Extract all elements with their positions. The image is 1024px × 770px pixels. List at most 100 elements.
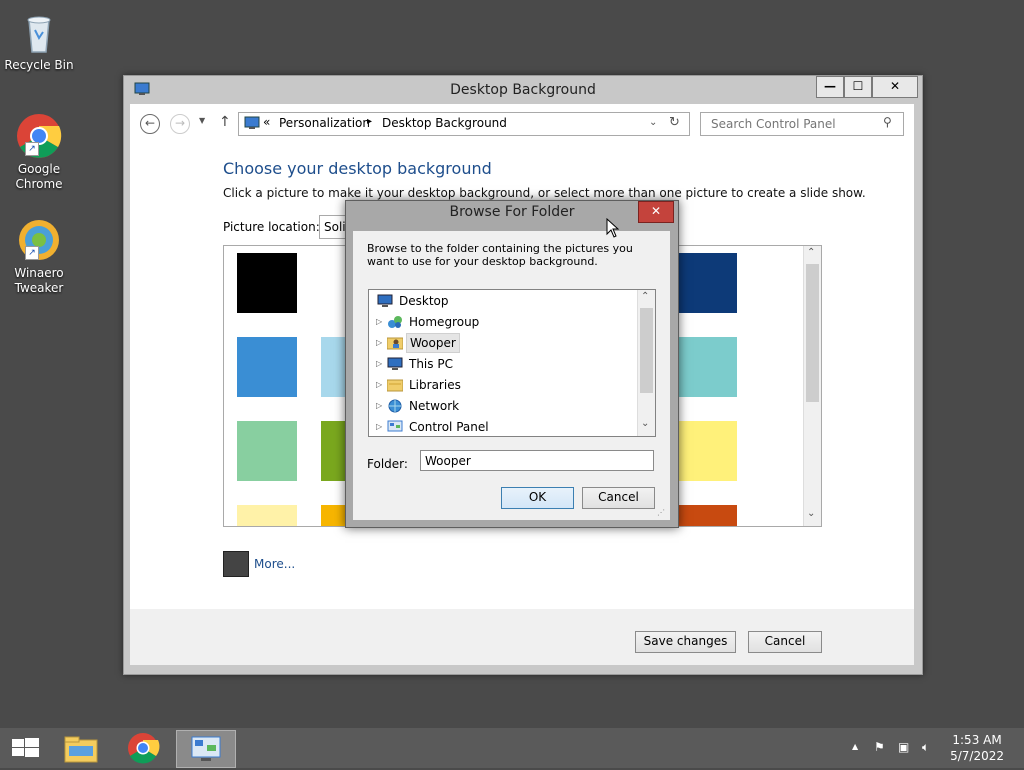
- scroll-down-arrow-icon[interactable]: ⌄: [641, 418, 649, 429]
- computer-icon: [387, 357, 403, 371]
- address-bar[interactable]: « Personalization ▸ Desktop Background ⌄…: [238, 112, 690, 136]
- desktop-icon-winaero-tweaker[interactable]: ↗ Winaero Tweaker: [4, 216, 74, 296]
- winaero-tweaker-icon: ↗: [15, 216, 63, 264]
- folder-label: Folder:: [367, 457, 408, 471]
- back-button[interactable]: ←: [140, 114, 160, 134]
- desktop-icon: [377, 294, 393, 308]
- close-button[interactable]: ✕: [872, 76, 918, 98]
- expand-arrow-icon[interactable]: ▷: [376, 312, 382, 332]
- scroll-down-arrow-icon[interactable]: ⌄: [807, 508, 815, 519]
- taskbar-chrome[interactable]: [114, 730, 172, 766]
- chrome-icon: ↗: [15, 112, 63, 160]
- color-swatch[interactable]: [237, 505, 297, 526]
- swatch-scrollbar[interactable]: ⌃ ⌄: [803, 246, 821, 526]
- control-panel-icon: [244, 116, 260, 130]
- clock-date: 5/7/2022: [950, 749, 1004, 763]
- search-input[interactable]: [709, 116, 873, 132]
- file-explorer-icon: [64, 736, 98, 763]
- address-dropdown-chevron-icon[interactable]: ⌄: [649, 117, 657, 128]
- window-title: Desktop Background: [450, 82, 596, 98]
- taskbar-file-explorer[interactable]: [52, 730, 110, 766]
- forward-button[interactable]: →: [170, 114, 190, 134]
- desktop-icon-recycle-bin[interactable]: Recycle Bin: [4, 8, 74, 73]
- color-swatch[interactable]: [237, 337, 297, 397]
- desktop-icon-label: Google: [17, 162, 61, 176]
- more-colors-link[interactable]: More...: [254, 557, 295, 571]
- tree-scrollbar[interactable]: ⌃ ⌄: [637, 290, 655, 436]
- desktop-icon-label: Recycle Bin: [4, 58, 74, 72]
- custom-color-swatch[interactable]: [223, 551, 249, 577]
- control-panel-icon: [387, 420, 403, 434]
- cancel-button[interactable]: Cancel: [748, 631, 822, 653]
- expand-arrow-icon[interactable]: ▷: [376, 333, 382, 353]
- save-changes-button[interactable]: Save changes: [635, 631, 736, 653]
- taskbar-control-panel[interactable]: [176, 730, 236, 768]
- color-swatch[interactable]: [677, 253, 737, 313]
- tree-item-label: Wooper: [406, 333, 460, 353]
- instruction-text: Click a picture to make it your desktop …: [223, 186, 866, 200]
- volume-muted-icon[interactable]: 🔈︎: [922, 740, 929, 755]
- folder-tree: Desktop ▷ Homegroup ▷ Wooper ▷ This PC ▷…: [368, 289, 656, 437]
- dialog-close-button[interactable]: ✕: [638, 201, 674, 223]
- expand-arrow-icon[interactable]: ▷: [376, 417, 382, 436]
- scrollbar-thumb[interactable]: [640, 308, 653, 393]
- minimize-button[interactable]: —: [816, 76, 844, 98]
- window-footer: Save changes Cancel: [130, 609, 914, 665]
- resize-grip-icon[interactable]: ⋰: [657, 508, 665, 517]
- color-swatch[interactable]: [237, 253, 297, 313]
- recent-pages-chevron-icon[interactable]: ▼: [199, 116, 205, 125]
- dialog-description: Browse to the folder containing the pict…: [367, 242, 633, 268]
- expand-arrow-icon[interactable]: ▷: [376, 354, 382, 374]
- desktop-icon-label: Winaero: [14, 266, 64, 280]
- ok-button[interactable]: OK: [501, 487, 574, 509]
- tree-item-label: Homegroup: [409, 315, 480, 329]
- libraries-folder-icon: [386, 378, 404, 392]
- breadcrumb-overflow[interactable]: «: [263, 115, 270, 129]
- network-globe-icon: [387, 399, 403, 413]
- browse-for-folder-dialog: Browse For Folder ✕ Browse to the folder…: [345, 200, 679, 528]
- homegroup-icon: [387, 315, 403, 329]
- taskbar: ▲ ⚑ ▣ 🔈︎ 1:53 AM 5/7/2022: [0, 728, 1024, 768]
- user-folder-icon: [386, 336, 404, 350]
- search-icon[interactable]: ⚲: [883, 115, 892, 129]
- dialog-content: Browse to the folder containing the pict…: [353, 231, 670, 520]
- refresh-icon[interactable]: ↻: [669, 115, 680, 130]
- folder-input[interactable]: [420, 450, 654, 471]
- scroll-up-arrow-icon[interactable]: ⌃: [641, 291, 649, 302]
- clock[interactable]: 1:53 AM 5/7/2022: [950, 732, 1004, 764]
- breadcrumb-separator-icon[interactable]: ▸: [367, 116, 372, 127]
- color-swatch[interactable]: [677, 337, 737, 397]
- windows-logo-icon: [12, 738, 39, 757]
- start-button[interactable]: [0, 730, 58, 766]
- action-center-flag-icon[interactable]: ⚑: [874, 740, 885, 754]
- show-hidden-icons-button[interactable]: ▲: [852, 742, 858, 751]
- page-heading: Choose your desktop background: [223, 159, 492, 178]
- color-swatch[interactable]: [677, 505, 737, 526]
- tree-item-label: This PC: [409, 357, 453, 371]
- expand-arrow-icon[interactable]: ▷: [376, 375, 382, 395]
- mouse-cursor-icon: [606, 217, 620, 238]
- color-swatch[interactable]: [677, 421, 737, 481]
- expand-arrow-icon[interactable]: ▷: [376, 396, 382, 416]
- up-arrow-button[interactable]: ↑: [219, 114, 231, 130]
- shortcut-arrow-icon: ↗: [25, 246, 39, 260]
- scrollbar-thumb[interactable]: [806, 264, 819, 402]
- tree-item-label: Desktop: [399, 294, 449, 308]
- desktop-icon-label: Chrome: [15, 177, 63, 191]
- chrome-icon: [128, 733, 160, 764]
- tree-item-label: Libraries: [409, 378, 461, 392]
- maximize-button[interactable]: ☐: [844, 76, 872, 98]
- shortcut-arrow-icon: ↗: [25, 142, 39, 156]
- breadcrumb-personalization[interactable]: Personalization: [279, 116, 370, 130]
- tree-item-label: Control Panel: [409, 420, 489, 434]
- dialog-cancel-button[interactable]: Cancel: [582, 487, 655, 509]
- breadcrumb-desktop-background[interactable]: Desktop Background: [382, 116, 507, 130]
- tree-item-label: Network: [409, 399, 460, 413]
- scroll-up-arrow-icon[interactable]: ⌃: [807, 247, 815, 258]
- desktop-icon-label: Tweaker: [14, 281, 64, 295]
- network-icon[interactable]: ▣: [898, 740, 909, 754]
- desktop-icon-google-chrome[interactable]: ↗ Google Chrome: [4, 112, 74, 192]
- search-box[interactable]: ⚲: [700, 112, 904, 136]
- color-swatch[interactable]: [237, 421, 297, 481]
- control-panel-icon: [191, 736, 221, 761]
